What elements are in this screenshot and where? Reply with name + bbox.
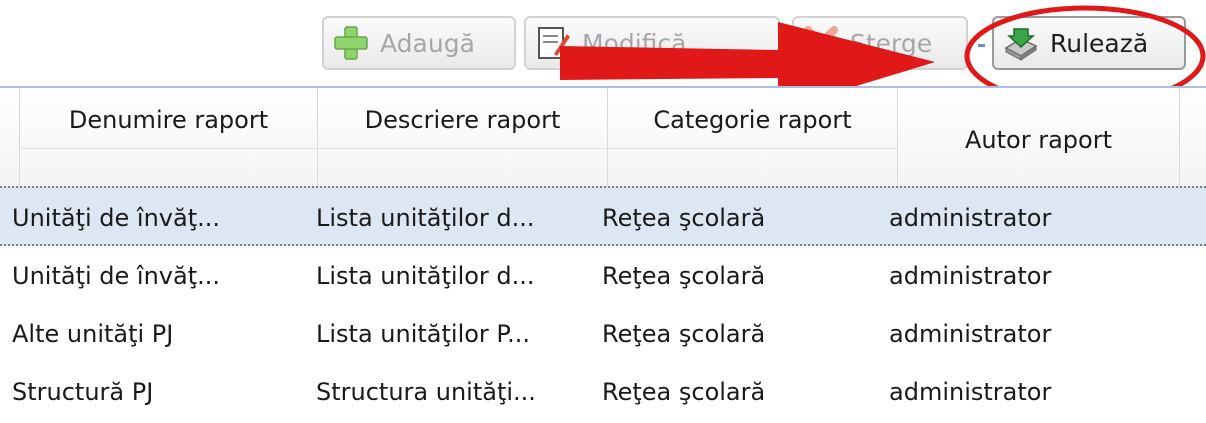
column-header-label: Categorie raport [653,106,852,134]
delete-icon [802,24,840,62]
column-header-label: Descriere raport [364,106,561,134]
column-header-label: Denumire raport [68,106,269,134]
add-button-label: Adaugă [380,28,475,58]
cell-report-description: Lista unităţilor d... [316,204,535,232]
table-row[interactable]: Unităţi de învăţ... Lista unităţilor d..… [0,246,1206,306]
cell-report-author: administrator [889,204,1052,232]
toolbar: Adaugă Modifică Şterge Rulează [0,0,1206,86]
run-button[interactable]: Rulează [992,16,1186,70]
edit-button[interactable]: Modifică [524,16,780,70]
cell-report-author: administrator [889,378,1052,406]
run-report-icon [1002,24,1040,62]
cell-report-description: Lista unităţilor P... [316,320,531,348]
delete-button-label: Şterge [850,28,933,58]
table-row[interactable]: Alte unităţi PJ Lista unităţilor P... Re… [0,304,1206,364]
column-header-report-author[interactable]: Autor raport [898,88,1180,188]
cell-report-description: Lista unităţilor d... [316,262,535,290]
cell-report-name: Unităţi de învăţ... [12,204,220,232]
table-row[interactable]: Structură PJ Structura unităţi... Reţea … [0,362,1206,422]
cell-report-name: Unităţi de învăţ... [12,262,220,290]
cell-report-category: Reţea şcolară [602,262,766,290]
report-grid: Denumire raport Descriere raport Categor… [0,86,1206,423]
table-row[interactable]: Unităţi de învăţ... Lista unităţilor d..… [0,186,1206,246]
header-row-marker [0,88,20,188]
delete-button[interactable]: Şterge [792,16,968,70]
column-header-report-name[interactable]: Denumire raport [20,88,318,188]
header-filter-divider [318,148,607,149]
column-header-report-description[interactable]: Descriere raport [318,88,608,188]
cell-report-author: administrator [889,262,1052,290]
column-header-report-category[interactable]: Categorie raport [608,88,898,188]
cell-report-author: administrator [889,320,1052,348]
cell-report-name: Structură PJ [12,378,154,406]
plus-icon [332,24,370,62]
header-filter-divider [608,148,897,149]
cell-report-description: Structura unităţi... [316,378,536,406]
column-header-label: Autor raport [965,126,1112,154]
edit-button-label: Modifică [582,28,687,58]
cell-report-category: Reţea şcolară [602,378,766,406]
cell-report-name: Alte unităţi PJ [12,320,174,348]
toolbar-separator [978,44,985,47]
cell-report-category: Reţea şcolară [602,204,766,232]
run-button-label: Rulează [1050,28,1149,58]
header-filter-divider [20,148,317,149]
grid-header: Denumire raport Descriere raport Categor… [0,86,1206,188]
add-button[interactable]: Adaugă [322,16,516,70]
cell-report-category: Reţea şcolară [602,320,766,348]
edit-document-icon [534,24,572,62]
